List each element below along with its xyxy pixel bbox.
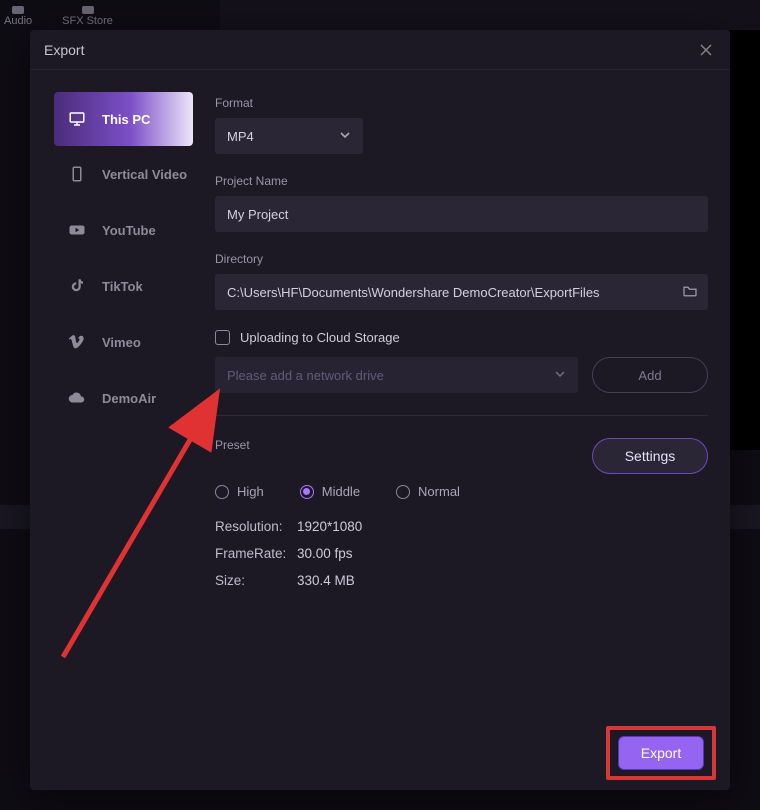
radio-label: High xyxy=(237,484,264,499)
preset-label: Preset xyxy=(215,438,250,452)
directory-value: C:\Users\HF\Documents\Wondershare DemoCr… xyxy=(227,285,600,300)
project-name-label: Project Name xyxy=(215,174,708,188)
bg-preview-edge xyxy=(730,30,760,450)
info-value: 30.00 fps xyxy=(297,546,353,561)
chevron-down-icon xyxy=(339,129,351,144)
cloud-upload-checkbox[interactable] xyxy=(215,330,230,345)
export-highlight: Export xyxy=(606,726,716,780)
tiktok-icon xyxy=(68,277,86,295)
radio-label: Middle xyxy=(322,484,360,499)
format-label: Format xyxy=(215,96,708,110)
sfx-icon xyxy=(82,6,94,14)
info-value: 1920*1080 xyxy=(297,519,362,534)
export-button[interactable]: Export xyxy=(618,736,704,770)
sidebar-item-label: TikTok xyxy=(102,279,143,294)
preset-radio-high[interactable]: High xyxy=(215,484,264,499)
info-resolution: Resolution: 1920*1080 xyxy=(215,519,708,534)
info-framerate: FrameRate: 30.00 fps xyxy=(215,546,708,561)
bg-sfx-tab[interactable]: SFX Store xyxy=(62,6,113,27)
info-key: FrameRate: xyxy=(215,546,297,561)
export-modal: Export This PC Vertical Video xyxy=(30,30,730,790)
cloud-upload-label: Uploading to Cloud Storage xyxy=(240,330,400,345)
monitor-icon xyxy=(68,110,86,128)
radio-icon xyxy=(300,485,314,499)
network-drive-select[interactable]: Please add a network drive xyxy=(215,357,578,393)
bg-audio-tab[interactable]: Audio xyxy=(4,6,32,27)
preset-radio-normal[interactable]: Normal xyxy=(396,484,460,499)
divider xyxy=(215,415,708,416)
sidebar-item-label: Vertical Video xyxy=(102,167,187,182)
vimeo-icon xyxy=(68,333,86,351)
format-select[interactable]: MP4 xyxy=(215,118,363,154)
youtube-icon xyxy=(68,221,86,239)
export-form: Format MP4 Project Name My Project Direc… xyxy=(205,70,730,790)
sidebar-item-label: YouTube xyxy=(102,223,156,238)
directory-label: Directory xyxy=(215,252,708,266)
bg-toolbar: Audio SFX Store xyxy=(0,0,113,30)
sidebar-item-youtube[interactable]: YouTube xyxy=(54,202,193,258)
add-network-button[interactable]: Add xyxy=(592,357,708,393)
project-name-input[interactable]: My Project xyxy=(215,196,708,232)
sidebar-item-label: This PC xyxy=(102,112,150,127)
radio-icon xyxy=(396,485,410,499)
info-key: Size: xyxy=(215,573,297,588)
sidebar-item-vertical-video[interactable]: Vertical Video xyxy=(54,146,193,202)
sidebar-item-label: Vimeo xyxy=(102,335,141,350)
modal-title: Export xyxy=(44,42,84,58)
info-key: Resolution: xyxy=(215,519,297,534)
bg-audio-label: Audio xyxy=(4,15,32,27)
chevron-down-icon xyxy=(554,368,566,383)
project-name-value: My Project xyxy=(227,207,288,222)
sidebar-item-this-pc[interactable]: This PC xyxy=(54,92,193,146)
export-sidebar: This PC Vertical Video YouTube TikTok xyxy=(30,70,205,790)
info-value: 330.4 MB xyxy=(297,573,355,588)
sidebar-item-demoair[interactable]: DemoAir xyxy=(54,370,193,426)
sidebar-item-vimeo[interactable]: Vimeo xyxy=(54,314,193,370)
modal-header: Export xyxy=(30,30,730,70)
cloud-icon xyxy=(68,389,86,407)
preset-radio-group: High Middle Normal xyxy=(215,484,708,499)
preset-radio-middle[interactable]: Middle xyxy=(300,484,360,499)
format-value: MP4 xyxy=(227,129,254,144)
sidebar-item-tiktok[interactable]: TikTok xyxy=(54,258,193,314)
bg-sfx-label: SFX Store xyxy=(62,15,113,27)
audio-icon xyxy=(12,6,24,14)
phone-icon xyxy=(68,165,86,183)
sidebar-item-label: DemoAir xyxy=(102,391,156,406)
close-button[interactable] xyxy=(696,40,716,60)
radio-icon xyxy=(215,485,229,499)
bg-top-strip xyxy=(220,0,760,30)
info-size: Size: 330.4 MB xyxy=(215,573,708,588)
directory-input[interactable]: C:\Users\HF\Documents\Wondershare DemoCr… xyxy=(215,274,708,310)
network-drive-placeholder: Please add a network drive xyxy=(227,368,384,383)
browse-folder-button[interactable] xyxy=(682,284,698,301)
close-icon xyxy=(700,44,712,56)
radio-label: Normal xyxy=(418,484,460,499)
preset-settings-button[interactable]: Settings xyxy=(592,438,708,474)
folder-icon xyxy=(682,284,698,298)
